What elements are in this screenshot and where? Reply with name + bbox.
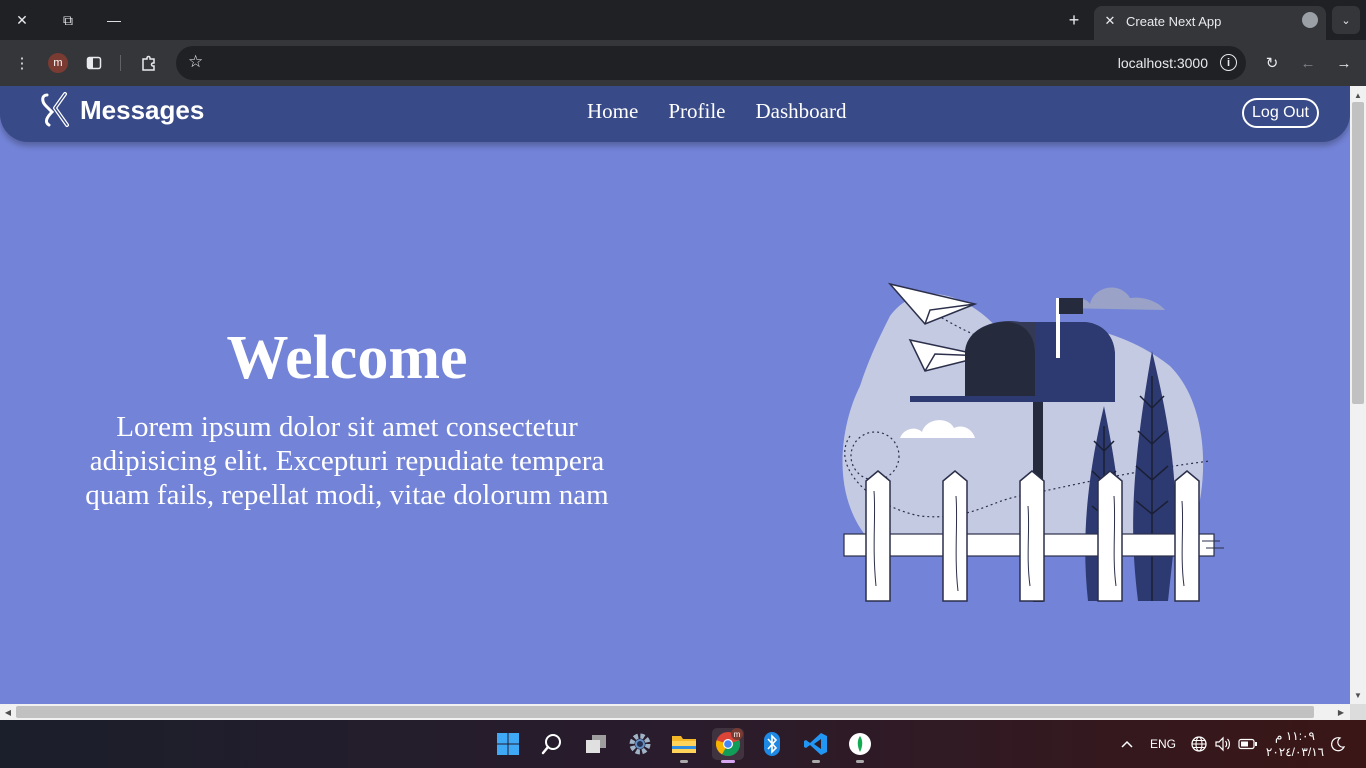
scroll-left-icon[interactable]: ◀: [1, 704, 15, 720]
forward-icon[interactable]: →: [1332, 51, 1356, 75]
task-view-icon[interactable]: [580, 728, 612, 760]
bluetooth-icon[interactable]: [756, 728, 788, 760]
site-navbar: Messages Home Profile Dashboard Log Out: [0, 86, 1350, 142]
chrome-icon[interactable]: m: [712, 728, 744, 763]
globe-icon: [1302, 12, 1318, 28]
nav-link-dashboard[interactable]: Dashboard: [755, 99, 846, 124]
tab-close-icon[interactable]: ✕: [1102, 13, 1118, 29]
brand-name: Messages: [80, 94, 205, 125]
browser-tab[interactable]: ✕ Create Next App: [1094, 6, 1326, 40]
extensions-icon[interactable]: [136, 51, 160, 75]
url-text[interactable]: localhost:3000: [1118, 55, 1208, 71]
hero-title: Welcome: [226, 324, 468, 392]
search-icon[interactable]: [536, 728, 568, 760]
reload-icon[interactable]: ↻: [1260, 51, 1284, 75]
scroll-up-icon[interactable]: ▲: [1350, 88, 1366, 102]
do-not-disturb-moon-icon[interactable]: [1330, 720, 1346, 768]
mailbox-illustration: [842, 282, 1224, 602]
brand-logo-icon: [41, 92, 69, 127]
address-bar[interactable]: ☆ localhost:3000 i: [176, 46, 1246, 80]
vertical-scroll-thumb[interactable]: [1352, 102, 1364, 404]
toolbar-divider: [120, 55, 121, 71]
settings-gear-icon[interactable]: [624, 728, 656, 760]
clock-date: ٢٠٢٤/٠٣/١٦: [1265, 745, 1325, 759]
vertical-scrollbar[interactable]: ▲ ▼: [1350, 86, 1366, 704]
network-globe-icon[interactable]: [1190, 720, 1208, 768]
menu-icon[interactable]: ⋮: [10, 51, 34, 75]
vscode-icon[interactable]: [800, 728, 832, 763]
taskbar: m ENG ١١:٠٩ م ٢٠٢٤/٠٣/١٦: [0, 720, 1366, 768]
side-panel-icon[interactable]: [82, 51, 106, 75]
brand[interactable]: Messages: [38, 92, 204, 128]
language-indicator[interactable]: ENG: [1150, 720, 1176, 768]
system-clock[interactable]: ١١:٠٩ م ٢٠٢٤/٠٣/١٦: [1264, 728, 1326, 760]
nav-links: Home Profile Dashboard: [587, 99, 846, 124]
page-viewport: Messages Home Profile Dashboard Log Out …: [0, 86, 1350, 704]
hero-section: Welcome Lorem ipsum dolor sit amet conse…: [68, 322, 626, 512]
app-running-indicator: [856, 760, 864, 763]
profile-avatar[interactable]: m: [48, 53, 68, 73]
battery-icon[interactable]: [1238, 720, 1258, 768]
browser-toolbar: ⋮ m ☆ localhost:3000 i ↻ ← →: [0, 40, 1366, 86]
hero-body: Lorem ipsum dolor sit amet consectetur a…: [85, 411, 609, 511]
bookmark-star-icon[interactable]: ☆: [188, 52, 203, 72]
new-tab-button[interactable]: +: [1062, 8, 1086, 32]
chrome-profile-badge: m: [731, 728, 743, 740]
scroll-right-icon[interactable]: ▶: [1334, 704, 1348, 720]
horizontal-scroll-thumb[interactable]: [16, 706, 1314, 718]
tab-title: Create Next App: [1126, 14, 1222, 29]
browser-titlebar: ✕ ⧉ — + ✕ Create Next App ⌄: [0, 0, 1366, 40]
volume-icon[interactable]: [1214, 720, 1232, 768]
scroll-down-icon[interactable]: ▼: [1350, 688, 1366, 702]
start-icon[interactable]: [492, 728, 524, 760]
scrollbar-corner: [1350, 704, 1366, 720]
site-info-icon[interactable]: i: [1220, 54, 1237, 71]
horizontal-scrollbar[interactable]: ◀ ▶: [0, 704, 1350, 720]
show-hidden-icons-chevron-icon[interactable]: [1120, 720, 1134, 768]
logout-button[interactable]: Log Out: [1242, 98, 1319, 128]
tab-list-button[interactable]: ⌄: [1332, 6, 1360, 34]
window-minimize-button[interactable]: —: [99, 6, 129, 34]
nav-link-profile[interactable]: Profile: [668, 99, 725, 124]
app-running-indicator: [812, 760, 820, 763]
back-icon[interactable]: ←: [1296, 51, 1320, 75]
window-close-button[interactable]: ✕: [7, 6, 37, 34]
file-explorer-icon[interactable]: [668, 728, 700, 763]
clock-time: ١١:٠٩ م: [1275, 729, 1315, 743]
app-running-indicator: [680, 760, 688, 763]
mongodb-compass-icon[interactable]: [844, 728, 876, 763]
app-active-indicator: [721, 760, 735, 763]
nav-link-home[interactable]: Home: [587, 99, 638, 124]
window-restore-button[interactable]: ⧉: [53, 6, 83, 34]
